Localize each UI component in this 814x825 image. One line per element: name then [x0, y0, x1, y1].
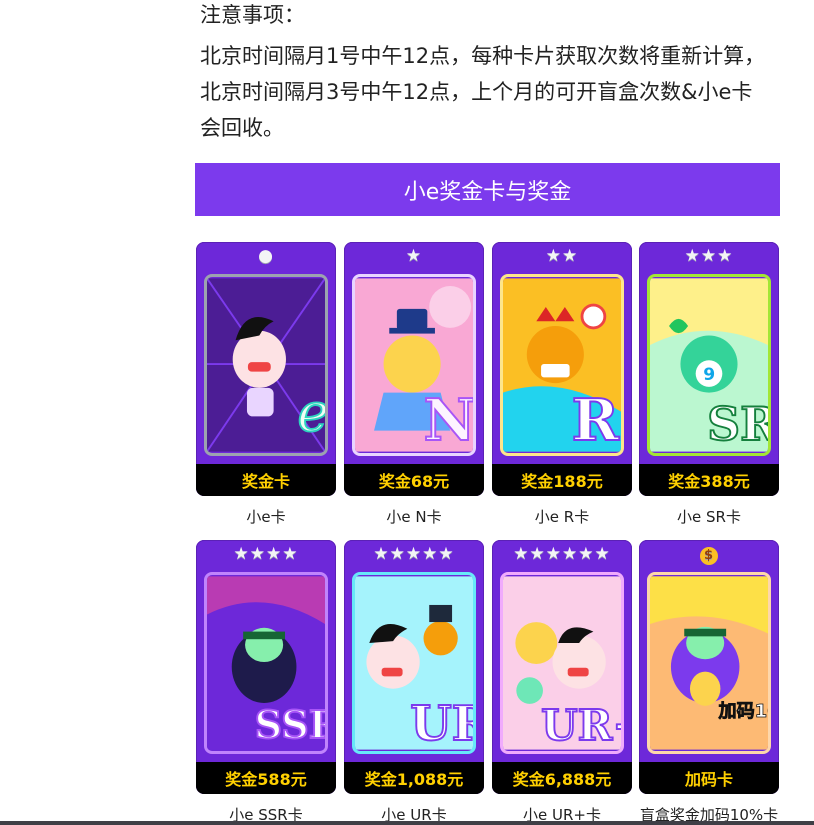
card-ur-plus[interactable]: ★★★★★★ UR+ 奖金6,888元	[492, 540, 632, 794]
card-letter: R	[572, 387, 620, 453]
rarity-stars: ●	[258, 246, 274, 266]
reward-label: 奖金68元	[344, 464, 484, 496]
card-art: 加码10%	[647, 572, 771, 754]
card-letter: N	[424, 387, 473, 453]
card-art: 9 SR	[647, 274, 771, 456]
rarity-stars: ★★★★★★	[513, 544, 611, 564]
card-bonus[interactable]: $ 加码10% 加码卡	[639, 540, 779, 794]
card-art: UR+	[500, 572, 624, 754]
card-letter: 加码10%	[718, 701, 768, 722]
mascot-illustration: UR+	[503, 576, 621, 751]
card-art: UR	[352, 572, 476, 754]
mascot-illustration: R	[503, 278, 621, 453]
card-letter: e	[297, 382, 325, 444]
mascot-illustration: e	[207, 277, 325, 453]
coin-icon-glyph: $	[700, 547, 718, 565]
mascot-illustration: N	[355, 278, 473, 453]
card-name: 小e卡	[246, 508, 286, 526]
card-letter: UR	[410, 696, 473, 751]
reward-label: 奖金388元	[639, 464, 779, 496]
notice-line-3: 会回收。	[200, 116, 284, 140]
notice-line-1: 北京时间隔月1号中午12点，每种卡片获取次数将重新计算，	[200, 44, 766, 68]
card-art: e	[204, 274, 328, 456]
mascot-illustration: 9 SR	[650, 278, 768, 452]
section-banner: 小e奖金卡与奖金	[195, 163, 780, 216]
card-name: 小e N卡	[386, 508, 442, 526]
mascot-illustration: UR	[355, 576, 473, 751]
notice-line-2: 北京时间隔月3号中午12点，上个月的可开盲盒次数&小e卡	[200, 80, 753, 104]
card-xiaoe[interactable]: ● e 奖金卡	[196, 242, 336, 496]
mascot-illustration: 加码10%	[650, 576, 768, 750]
card-n[interactable]: ★ N 奖金68元	[344, 242, 484, 496]
reward-label: 奖金188元	[492, 464, 632, 496]
card-art: N	[352, 274, 476, 456]
reward-label: 奖金6,888元	[492, 762, 632, 794]
rarity-stars: ★★★	[684, 246, 734, 266]
card-letter: UR+	[541, 701, 621, 750]
card-name: 小e R卡	[534, 508, 590, 526]
reward-label: 奖金卡	[196, 464, 336, 496]
card-art: R	[500, 274, 624, 456]
coin-icon: $	[639, 544, 779, 566]
rarity-stars: ★	[405, 246, 423, 266]
card-ssr[interactable]: ★★★★ SSR 奖金588元	[196, 540, 336, 794]
card-letter: SR	[707, 397, 768, 451]
notice-section: 注意事项： 北京时间隔月1号中午12点，每种卡片获取次数将重新计算， 北京时间隔…	[200, 0, 800, 146]
card-art: SSR	[204, 572, 328, 754]
reward-label: 加码卡	[639, 762, 779, 794]
card-name: 小e SR卡	[677, 508, 741, 526]
reward-label: 奖金1,088元	[344, 762, 484, 794]
card-letter: SSR	[255, 702, 325, 747]
bottom-edge-bar	[0, 821, 814, 825]
notice-heading: 注意事项：	[200, 3, 305, 27]
rarity-stars: ★★	[545, 246, 579, 266]
card-ur[interactable]: ★★★★★ UR 奖金1,088元	[344, 540, 484, 794]
card-r[interactable]: ★★ R 奖金188元	[492, 242, 632, 496]
banner-title: 小e奖金卡与奖金	[403, 179, 572, 205]
rarity-stars: ★★★★	[233, 544, 299, 564]
reward-label: 奖金588元	[196, 762, 336, 794]
svg-text:9: 9	[703, 365, 715, 385]
card-sr[interactable]: ★★★ 9 SR 奖金388元	[639, 242, 779, 496]
mascot-illustration: SSR	[207, 576, 325, 750]
rarity-stars: ★★★★★	[373, 544, 455, 564]
